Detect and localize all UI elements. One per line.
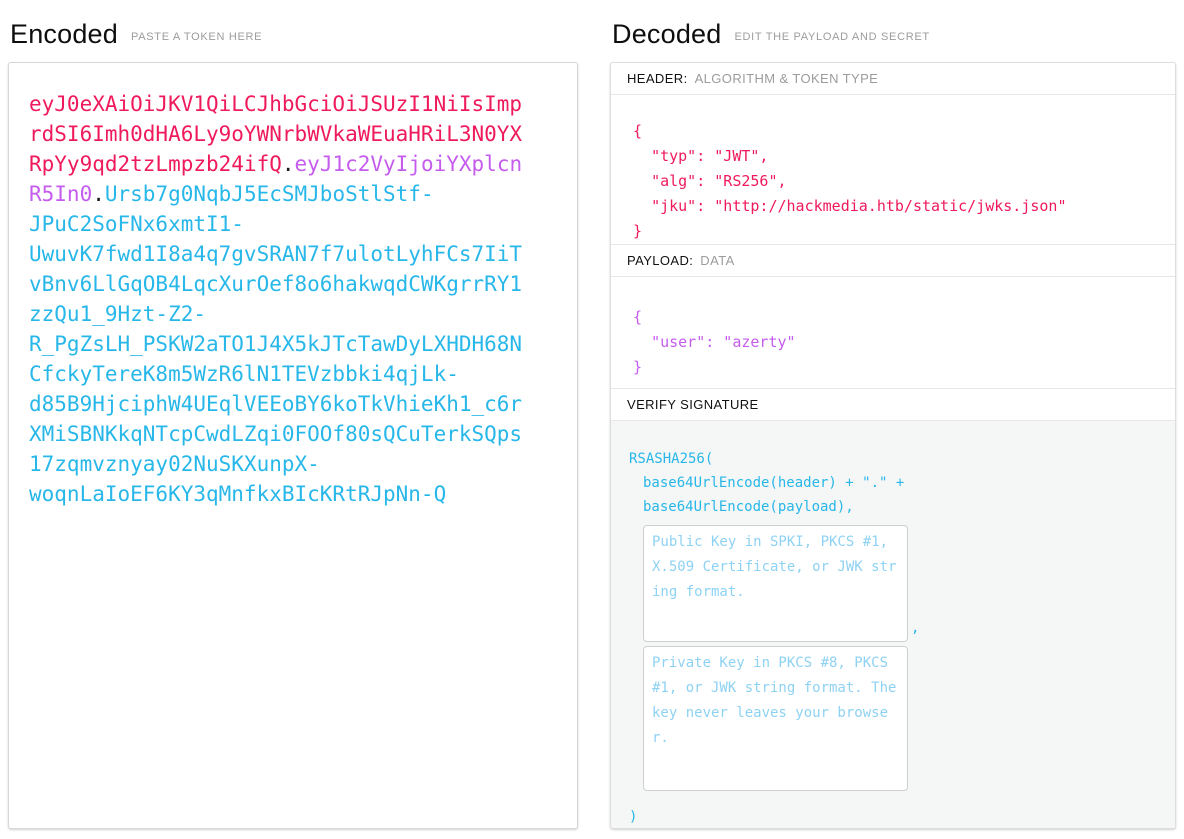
public-key-row: , <box>629 519 1155 642</box>
header-section-label: HEADER: ALGORITHM & TOKEN TYPE <box>611 63 1175 95</box>
payload-json-editor[interactable]: { "user": "azerty" } <box>611 277 1175 389</box>
decoded-panel: HEADER: ALGORITHM & TOKEN TYPE { "typ": … <box>610 62 1176 829</box>
signature-algorithm-line: RSASHA256( <box>629 447 1155 471</box>
payload-label-hint: DATA <box>700 253 734 268</box>
payload-section-label: PAYLOAD: DATA <box>611 245 1175 277</box>
public-key-input[interactable] <box>643 525 908 642</box>
decoded-panel-head: Decoded EDIT THE PAYLOAD AND SECRET <box>610 6 1176 62</box>
encoded-panel-head: Encoded PASTE A TOKEN HERE <box>8 6 578 62</box>
private-key-input[interactable] <box>643 646 908 791</box>
signature-encode-payload-line: base64UrlEncode(payload), <box>643 495 1155 519</box>
signature-section: RSASHA256( base64UrlEncode(header) + "."… <box>611 421 1175 829</box>
decoded-subtitle: EDIT THE PAYLOAD AND SECRET <box>734 31 929 43</box>
jwt-token-text: eyJ0eXAiOiJKV1QiLCJhbGciOiJSUzI1NiIsImpr… <box>29 89 529 509</box>
header-label-hint: ALGORITHM & TOKEN TYPE <box>695 71 879 86</box>
encoded-token-editor[interactable]: eyJ0eXAiOiJKV1QiLCJhbGciOiJSUzI1NiIsImpr… <box>8 62 578 829</box>
decoded-column: Decoded EDIT THE PAYLOAD AND SECRET HEAD… <box>610 6 1176 829</box>
token-signature-segment: Ursb7g0NqbJ5EcSMJboStlStf-JPuC2SoFNx6xmt… <box>29 182 522 506</box>
jwt-debugger: Encoded PASTE A TOKEN HERE eyJ0eXAiOiJKV… <box>0 0 1184 829</box>
verify-signature-label: VERIFY SIGNATURE <box>627 397 759 412</box>
encoded-column: Encoded PASTE A TOKEN HERE eyJ0eXAiOiJKV… <box>8 6 578 829</box>
token-separator-2: . <box>92 182 105 206</box>
token-separator-1: . <box>282 152 295 176</box>
signature-comma: , <box>911 616 919 642</box>
encoded-subtitle: PASTE A TOKEN HERE <box>131 31 262 43</box>
header-label: HEADER: <box>627 71 688 86</box>
payload-label: PAYLOAD: <box>627 253 693 268</box>
decoded-title: Decoded <box>612 19 721 50</box>
encoded-title: Encoded <box>10 19 118 50</box>
signature-closing-paren: ) <box>629 805 1155 829</box>
header-json-editor[interactable]: { "typ": "JWT", "alg": "RS256", "jku": "… <box>611 95 1175 245</box>
signature-section-label: VERIFY SIGNATURE <box>611 389 1175 421</box>
signature-encode-header-line: base64UrlEncode(header) + "." + <box>643 471 1155 495</box>
